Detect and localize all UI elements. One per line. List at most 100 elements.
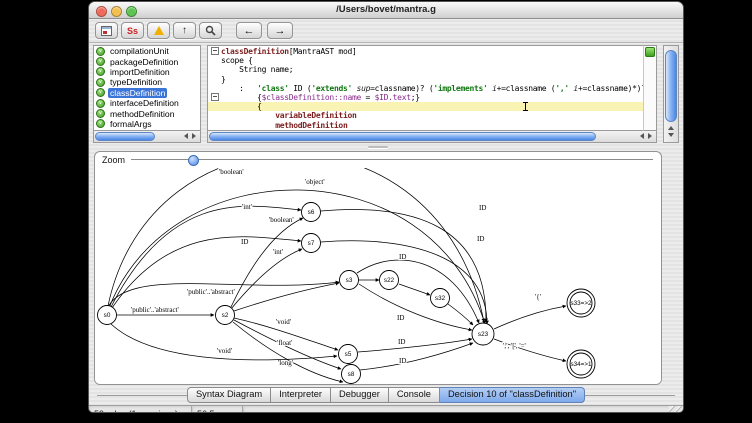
tab-console[interactable]: Console (389, 387, 440, 403)
rule-list[interactable]: vcompilationUnitvpackageDefinitionvimpor… (93, 45, 201, 131)
tab-interpreter[interactable]: Interpreter (271, 387, 331, 403)
diagram-node-s5: s5 (339, 344, 358, 363)
grammar-editor[interactable]: classDefinition[MantraAST mod]scope { St… (207, 45, 643, 131)
svg-text:s6: s6 (308, 209, 315, 216)
rule-item-importDefinition[interactable]: vimportDefinition (94, 67, 200, 77)
tab-debugger[interactable]: Debugger (331, 387, 389, 403)
arrow-up-icon: ↑ (182, 25, 187, 36)
status-rules: 59 rules (1 warnings) (89, 406, 192, 413)
svg-text:s34=>1: s34=>1 (570, 361, 592, 368)
scroll-arrows[interactable] (181, 131, 199, 142)
code-text: variableDefinition (221, 111, 357, 120)
resize-grip[interactable] (668, 406, 683, 413)
svg-text:s2: s2 (222, 312, 229, 319)
fold-marker[interactable] (211, 47, 219, 55)
edge-label: 'int' (242, 203, 252, 211)
edge-label: 'public'..'abstract' (131, 306, 179, 314)
rule-label: typeDefinition (108, 77, 164, 87)
screen: /Users/bovet/mantra.g Ss ↑ ← → vcompilation… (0, 0, 752, 423)
rule-label: packageDefinition (108, 57, 180, 67)
diagram-edge (321, 209, 486, 321)
edge-label: ID (399, 253, 406, 261)
goto-rule-button[interactable]: ↑ (173, 22, 196, 39)
editor-view-button[interactable] (95, 22, 118, 39)
tab-syntax-diagram[interactable]: Syntax Diagram (187, 387, 271, 403)
text-cursor (525, 102, 526, 111)
edge-label: ';', '[', '=' (503, 342, 526, 350)
scroll-thumb[interactable] (665, 50, 677, 122)
rule-icon: v (96, 57, 105, 66)
code-text: classDefinition[MantraAST mod] (221, 47, 357, 56)
svg-text:s22: s22 (384, 277, 395, 284)
diagram-node-s7: s7 (302, 233, 321, 252)
rule-icon: v (96, 99, 105, 108)
editor-line[interactable]: scope { (208, 56, 643, 65)
edge-label: 'void' (217, 347, 232, 355)
zoom-slider-thumb[interactable] (188, 155, 199, 166)
editor-line[interactable]: {$classDefinition::name = $ID.text;} (208, 93, 643, 102)
syntax-coloring-button[interactable]: Ss (121, 22, 144, 39)
diagram-edge (233, 322, 343, 382)
editor-line[interactable]: String name; (208, 65, 643, 74)
rule-icon: v (96, 47, 105, 56)
warnings-button[interactable] (147, 22, 170, 39)
scroll-arrows[interactable] (664, 123, 678, 141)
edge-label: ID (241, 238, 248, 246)
window-vscrollbar[interactable] (663, 45, 679, 143)
decision-panel: Zoom 'boolean''object''int'ID'boolean''i… (94, 151, 662, 385)
editor-line[interactable]: { (208, 102, 643, 111)
svg-text:s8: s8 (348, 371, 355, 378)
edge-label: 'long' (278, 359, 293, 367)
scroll-arrows[interactable] (637, 131, 655, 142)
editor-vscrollbar[interactable] (643, 45, 657, 131)
tabbar: Syntax DiagramInterpreterDebuggerConsole… (89, 385, 683, 405)
rule-item-packageDefinition[interactable]: vpackageDefinition (94, 56, 200, 66)
rule-item-methodDefinition[interactable]: vmethodDefinition (94, 108, 200, 118)
svg-text:s5: s5 (345, 351, 352, 358)
rule-icon: v (96, 88, 105, 97)
code-text: : 'class' ID ('extends' sup=classname)? … (221, 84, 643, 93)
diagram-edge (231, 249, 302, 309)
rule-item-interfaceDefinition[interactable]: vinterfaceDefinition (94, 98, 200, 108)
status-caret-position: 56:5 (192, 406, 243, 413)
rule-icon: v (96, 109, 105, 118)
tab-decision-10-of-classdefinition[interactable]: Decision 10 of "classDefinition" (440, 387, 585, 403)
code-text: } (221, 75, 226, 84)
diagram-edge (234, 283, 339, 311)
diagram-node-s8: s8 (342, 364, 361, 383)
zoom-slider[interactable] (131, 159, 653, 161)
editor-line[interactable]: classDefinition[MantraAST mod] (208, 47, 643, 56)
diagram-edge (359, 284, 472, 330)
nfa-diagram-canvas[interactable]: 'boolean''object''int'ID'boolean''int''p… (95, 168, 661, 384)
editor-line[interactable]: } (208, 75, 643, 84)
rule-item-classDefinition[interactable]: vclassDefinition (94, 88, 200, 98)
code-text: scope { (221, 56, 253, 65)
find-button[interactable] (199, 22, 222, 39)
rule-list-hscrollbar[interactable] (93, 131, 201, 143)
rule-item-typeDefinition[interactable]: vtypeDefinition (94, 77, 200, 87)
back-button[interactable]: ← (236, 22, 262, 39)
rule-label: methodDefinition (108, 109, 177, 119)
rule-icon: v (96, 67, 105, 76)
rule-label: importDefinition (108, 67, 172, 77)
titlebar[interactable]: /Users/bovet/mantra.g (89, 2, 683, 19)
rule-pane: vcompilationUnitvpackageDefinitionvimpor… (93, 45, 201, 143)
horizontal-splitter[interactable] (89, 143, 683, 151)
editor-line[interactable]: : 'class' ID ('extends' sup=classname)? … (208, 84, 643, 93)
edge-label: 'boolean' (269, 216, 294, 224)
top-split: vcompilationUnitvpackageDefinitionvimpor… (89, 43, 683, 143)
forward-button[interactable]: → (267, 22, 293, 39)
scroll-thumb[interactable] (95, 132, 155, 141)
rule-item-compilationUnit[interactable]: vcompilationUnit (94, 46, 200, 56)
diagram-edge (399, 284, 430, 295)
rule-item-formalArgs[interactable]: vformalArgs (94, 119, 200, 129)
editor-line[interactable]: variableDefinition (208, 111, 643, 120)
code-text: { (221, 102, 262, 111)
scroll-thumb[interactable] (209, 132, 596, 141)
fold-marker[interactable] (211, 93, 219, 101)
svg-text:s3: s3 (346, 277, 353, 284)
svg-text:s23: s23 (478, 331, 489, 338)
editor-hscrollbar[interactable] (207, 131, 657, 143)
editor-line[interactable]: methodDefinition (208, 121, 643, 130)
window-icon (101, 26, 112, 36)
